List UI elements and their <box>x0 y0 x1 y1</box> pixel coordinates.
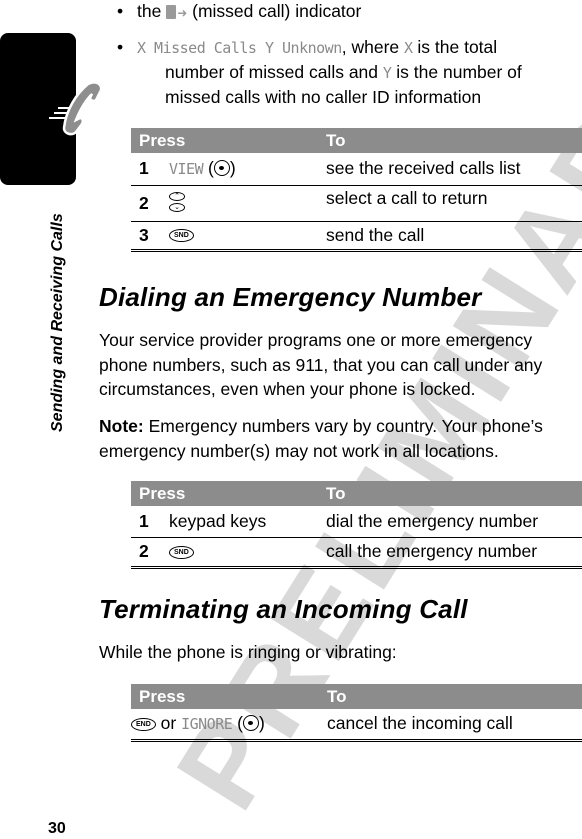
table-row: 1 keypad keys dial the emergency number <box>131 506 582 538</box>
ignore-softkey-label: IGNORE <box>181 715 233 734</box>
heading-terminating-call: Terminating an Incoming Call <box>99 594 468 624</box>
send-key-icon: SND <box>169 545 194 559</box>
send-key-icon: SND <box>169 229 194 243</box>
table-row: 2 ⌃ ⌄ select a call to return <box>131 185 582 222</box>
view-softkey-label: VIEW <box>169 160 204 179</box>
header-to: To <box>326 128 582 153</box>
note-emergency: Note: Emergency numbers vary by country.… <box>99 416 543 461</box>
table-row: 1 VIEW () see the received calls list <box>131 153 582 186</box>
left-soft-key-icon <box>213 160 230 177</box>
paragraph-emergency-intro: Your service provider programs one or mo… <box>99 330 543 399</box>
header-press: Press <box>131 684 327 709</box>
display-text-missed-calls: X Missed Calls Y Unknown <box>137 39 342 57</box>
end-key-icon: END <box>131 718 156 732</box>
table-terminate-call: Press To END or IGNORE () cancel the inc… <box>131 684 582 742</box>
table-row: 2 SND call the emergency number <box>131 537 582 569</box>
table-return-missed-call: Press To 1 VIEW () see the received call… <box>131 128 582 252</box>
chapter-title: Sending and Receiving Calls <box>49 213 66 432</box>
header-press: Press <box>131 128 326 153</box>
table-row: END or IGNORE () cancel the incoming cal… <box>131 709 582 742</box>
table-row: 3 SND send the call <box>131 221 582 252</box>
heading-dialing-emergency: Dialing an Emergency Number <box>99 282 482 312</box>
header-press: Press <box>131 481 326 506</box>
scroll-up-down-icon: ⌃ ⌄ <box>169 192 185 214</box>
paragraph-ringing: While the phone is ringing or vibrating: <box>99 642 397 662</box>
missed-call-icon <box>166 5 177 19</box>
right-soft-key-icon <box>242 715 259 732</box>
header-to: To <box>326 481 582 506</box>
table-emergency-call: Press To 1 keypad keys dial the emergenc… <box>131 481 582 569</box>
phone-handset-icon <box>49 81 103 136</box>
header-to: To <box>327 684 582 709</box>
page-number: 30 <box>48 820 66 837</box>
